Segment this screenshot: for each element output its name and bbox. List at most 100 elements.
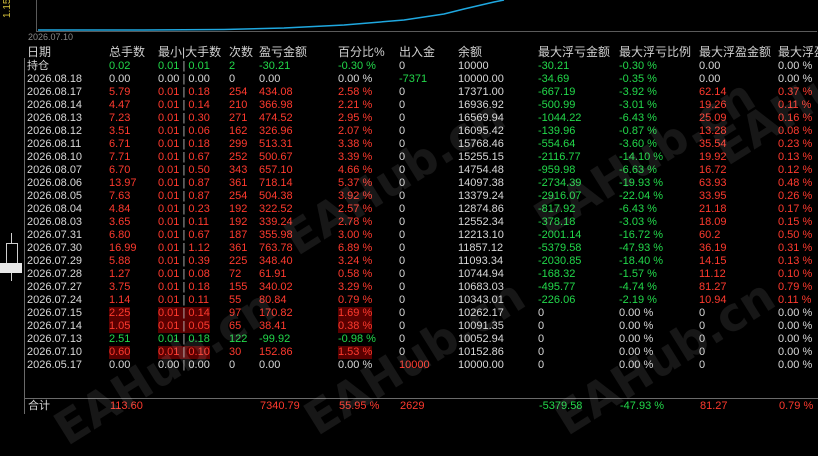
- cash-cell: 0: [399, 60, 406, 72]
- equity-curve-svg: [38, 0, 505, 31]
- max-dd-cell: -554.64: [538, 138, 576, 150]
- max-fp-cell: 19.92: [699, 151, 727, 163]
- minmax-cell: 0.01 | 0.01: [158, 60, 210, 73]
- max-dd-cell: -5379.58: [538, 242, 582, 254]
- pct-cell: 5.37 %: [338, 177, 373, 189]
- max-dd-pct-cell: -47.93 %: [619, 242, 664, 254]
- minmax-cell: 0.01 | 0.06: [158, 125, 210, 138]
- date-cell: 2026.07.30: [27, 242, 83, 254]
- max-dd-pct-cell: -6.43 %: [619, 203, 657, 215]
- max-dd-cell: -226.06: [538, 294, 576, 306]
- total-pnl: 7340.79: [260, 400, 300, 412]
- pct-cell: 3.00 %: [338, 229, 373, 241]
- table-row[interactable]: 2026.08.14 4.47 0.01 | 0.14 210 366.98 2.21 %…: [24, 99, 818, 112]
- max-dd-cell: -2734.39: [538, 177, 582, 189]
- table-row[interactable]: 2026.07.27 3.75 0.01 | 0.18 155 340.02 3.29 %…: [24, 281, 818, 294]
- table-row[interactable]: 2026.08.03 3.65 0.01 | 0.11 192 339.24 2.78 %…: [24, 216, 818, 229]
- max-dd-cell: 0: [538, 320, 545, 332]
- holding-row[interactable]: 持仓 0.02 0.01 | 0.01 2 -30.21 -0.30 % 0 10000 -30…: [24, 60, 818, 73]
- table-row[interactable]: 2026.07.29 5.88 0.01 | 0.39 225 348.40 3.24 %…: [24, 255, 818, 268]
- minmax-cell: 0.01 | 0.11: [158, 294, 209, 307]
- balance-cell: 10000: [458, 60, 489, 72]
- balance-cell: 11093.34: [458, 255, 504, 267]
- max-fp-pct-cell: 0.13 %: [778, 255, 813, 267]
- cash-cell: 0: [399, 216, 406, 228]
- pnl-header: 盈亏金额: [259, 45, 308, 59]
- count-cell: 210: [229, 99, 248, 111]
- table-row[interactable]: 2026.08.11 6.71 0.01 | 0.18 299 513.31 3.38 %…: [24, 138, 818, 151]
- max-dd-pct-cell: -22.04 %: [619, 190, 664, 202]
- balance-header: 余额: [458, 45, 483, 59]
- max-lot: 0.08: [188, 268, 210, 280]
- min-lot: 0.01: [158, 216, 180, 228]
- cash-cell: 0: [399, 151, 406, 163]
- min-lot: 0.01: [158, 151, 180, 163]
- minmax-cell: 0.01 | 0.18: [158, 138, 210, 151]
- pct-cell: 3.38 %: [338, 138, 373, 150]
- max-fp-pct-cell: 0.48 %: [778, 177, 813, 189]
- table-row[interactable]: 2026.08.06 13.97 0.01 | 0.87 361 718.14 5.37 …: [24, 177, 818, 190]
- date-cell: 2026.08.11: [27, 138, 82, 150]
- min-lot: 0.01: [158, 203, 180, 215]
- table-row[interactable]: 2026.08.17 5.79 0.01 | 0.18 254 434.08 2.58 %…: [24, 86, 818, 99]
- table-row[interactable]: 2026.08.13 7.23 0.01 | 0.30 271 474.52 2.95 %…: [24, 112, 818, 125]
- minmax-cell: 0.01 | 0.10: [158, 346, 210, 359]
- table-row[interactable]: 2026.07.24 1.14 0.01 | 0.11 55 80.84 0.79 % 0 1…: [24, 294, 818, 307]
- minmax-header: 最小|大手数: [158, 45, 222, 59]
- lots-cell: 2.51: [109, 333, 131, 345]
- table-body: 2026.08.18 0.00 0.00 | 0.00 0 0.00 0.00 % -737…: [24, 73, 818, 372]
- pct-cell: 2.58 %: [338, 86, 373, 98]
- table-row[interactable]: 2026.07.31 6.80 0.01 | 0.67 187 355.98 3.00 %…: [24, 229, 818, 242]
- date-header: 日期: [27, 45, 52, 59]
- table-row[interactable]: 2026.08.10 7.71 0.01 | 0.67 252 500.67 3.39 %…: [24, 151, 818, 164]
- table-row[interactable]: 2026.07.15 2.25 0.01 | 0.14 97 170.82 1.69 % 0…: [24, 307, 818, 320]
- max-dd-pct-header: 最大浮亏比例: [619, 45, 692, 59]
- max-fp-cell: 33.95: [699, 190, 727, 202]
- max-lot: 0.05: [188, 320, 210, 332]
- pnl-cell: 513.31: [259, 138, 293, 150]
- cash-cell: 0: [399, 229, 406, 241]
- equity-chart: 2026.07.10: [24, 0, 818, 44]
- table-row[interactable]: 2026.07.30 16.99 0.01 | 1.12 361 763.78 6.89 …: [24, 242, 818, 255]
- table-row[interactable]: 2026.08.04 4.84 0.01 | 0.23 192 322.52 2.57 %…: [24, 203, 818, 216]
- equity-curve-line: [38, 0, 505, 31]
- cash-cell: 0: [399, 242, 406, 254]
- max-lot: 0.11: [188, 216, 209, 228]
- minmax-cell: 0.01 | 0.18: [158, 86, 210, 99]
- balance-cell: 10000.00: [458, 73, 504, 85]
- max-dd-cell: -2916.07: [538, 190, 582, 202]
- table-row[interactable]: 2026.05.17 0.00 0.00 | 0.00 0 0.00 0.00 % 1000…: [24, 359, 818, 372]
- pnl-cell: -30.21: [259, 60, 291, 72]
- table-row[interactable]: 2026.07.14 1.05 0.01 | 0.05 65 38.41 0.38 % 0 1…: [24, 320, 818, 333]
- max-fp-pct-cell: 0.11 %: [778, 99, 812, 111]
- minmax-cell: 0.01 | 0.30: [158, 112, 210, 125]
- table-row[interactable]: 2026.07.10 0.60 0.01 | 0.10 30 152.86 1.53 % 0…: [24, 346, 818, 359]
- balance-cell: 15768.46: [458, 138, 504, 150]
- balance-cell: 14754.48: [458, 164, 504, 176]
- pct-cell: -0.98 %: [338, 333, 376, 345]
- pct-cell: 2.78 %: [338, 216, 373, 228]
- total-cash: 2629: [400, 400, 425, 412]
- max-dd-pct-cell: -19.93 %: [619, 177, 664, 189]
- daily-report-table: 日期 总手数 最小|大手数 次数 盈亏金额 百分比% 出入金 余额 最大浮亏金额 最大浮亏比例 最大…: [24, 44, 818, 372]
- max-dd-cell: -500.99: [538, 99, 576, 111]
- max-dd-cell: 0: [538, 307, 545, 319]
- date-cell: 2026.07.24: [27, 294, 83, 306]
- table-row[interactable]: 2026.08.07 6.70 0.01 | 0.50 343 657.10 4.66 %…: [24, 164, 818, 177]
- max-dd-cell: 0: [538, 359, 545, 371]
- lots-cell: 0.60: [109, 346, 131, 359]
- date-cell: 2026.08.07: [27, 164, 83, 176]
- count-cell: 192: [229, 216, 248, 228]
- cash-cell: 0: [399, 177, 406, 189]
- table-header-row: 日期 总手数 最小|大手数 次数 盈亏金额 百分比% 出入金 余额 最大浮亏金额 最大浮亏比例 最大…: [24, 44, 818, 60]
- balance-cell: 10091.35: [458, 320, 504, 332]
- count-cell: 225: [229, 255, 248, 267]
- table-row[interactable]: 2026.08.12 3.51 0.01 | 0.06 162 326.96 2.07 %…: [24, 125, 818, 138]
- count-cell: 65: [229, 320, 242, 332]
- table-row[interactable]: 2026.08.18 0.00 0.00 | 0.00 0 0.00 0.00 % -737…: [24, 73, 818, 86]
- table-row[interactable]: 2026.08.05 7.63 0.01 | 0.87 254 504.38 3.92 %…: [24, 190, 818, 203]
- table-row[interactable]: 2026.07.28 1.27 0.01 | 0.08 72 61.91 0.58 % 0 1…: [24, 268, 818, 281]
- pnl-cell: 326.96: [259, 125, 293, 137]
- max-fp-pct-cell: 0.00 %: [778, 333, 813, 345]
- table-row[interactable]: 2026.07.13 2.51 0.01 | 0.18 122 -99.92 -0.98 …: [24, 333, 818, 346]
